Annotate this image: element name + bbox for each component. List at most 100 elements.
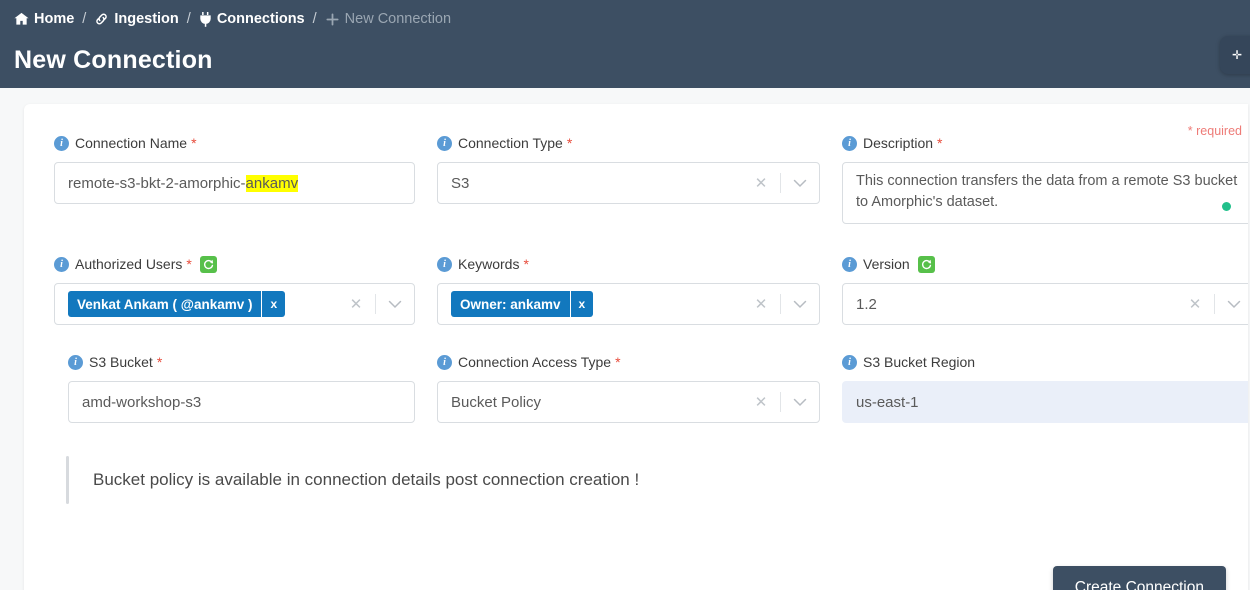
close-icon[interactable]: x: [569, 291, 594, 317]
field-label: i Version: [842, 253, 1248, 275]
chevron-down-icon[interactable]: [1221, 300, 1247, 309]
version-value: 1.2: [856, 295, 877, 313]
breadcrumb-label-connections: Connections: [216, 11, 305, 27]
refresh-icon[interactable]: [199, 255, 217, 273]
header-action-button[interactable]: ✛: [1220, 36, 1250, 74]
s3-bucket-region-value: us-east-1: [856, 393, 919, 411]
authorized-users-select[interactable]: Venkat Ankam ( @ankamv ) x ✕: [54, 283, 415, 325]
refresh-icon[interactable]: [917, 255, 935, 273]
form-card: * required i Connection Name * remote-s3…: [24, 104, 1248, 590]
label-text: Keywords: [458, 256, 520, 272]
breadcrumb-item-connections[interactable]: Connections: [199, 11, 305, 27]
label-text: Connection Type: [458, 135, 563, 151]
field-label: i Keywords *: [437, 253, 820, 275]
tag-chip[interactable]: Owner: ankamv x: [451, 291, 594, 317]
info-icon[interactable]: i: [842, 256, 857, 272]
chevron-down-icon[interactable]: [787, 398, 813, 407]
required-asterisk: *: [186, 256, 192, 272]
required-asterisk: *: [523, 256, 529, 272]
divider: [375, 294, 376, 314]
info-icon[interactable]: i: [437, 354, 452, 370]
field-keywords: i Keywords * Owner: ankamv x ✕: [429, 253, 834, 325]
field-connection-name: i Connection Name * remote-s3-bkt-2-amor…: [24, 132, 429, 224]
breadcrumb-separator: /: [186, 11, 191, 27]
divider: [1214, 294, 1215, 314]
plus-icon: [325, 12, 340, 27]
info-icon[interactable]: i: [54, 256, 69, 272]
field-label: i Connection Name *: [54, 132, 415, 154]
tag-chip[interactable]: Venkat Ankam ( @ankamv ) x: [68, 291, 286, 317]
close-icon[interactable]: x: [261, 291, 286, 317]
s3-bucket-region-input: us-east-1: [842, 381, 1248, 423]
keywords-select[interactable]: Owner: ankamv x ✕: [437, 283, 820, 325]
connection-form: i Connection Name * remote-s3-bkt-2-amor…: [24, 132, 1248, 423]
form-row-3: i S3 Bucket * amd-workshop-s3 i Connecti…: [24, 351, 1248, 423]
info-icon[interactable]: i: [54, 135, 69, 151]
info-icon[interactable]: i: [842, 135, 857, 151]
field-connection-access-type: i Connection Access Type * Bucket Policy…: [429, 351, 834, 423]
info-icon[interactable]: i: [68, 354, 83, 370]
required-asterisk: *: [566, 135, 573, 151]
required-asterisk: *: [191, 135, 197, 151]
description-textarea[interactable]: This connection transfers the data from …: [842, 162, 1248, 224]
chevron-down-icon[interactable]: [382, 300, 408, 309]
field-connection-type: i Connection Type * S3 ✕: [429, 132, 834, 224]
label-text: Authorized Users: [75, 256, 183, 272]
field-s3-bucket: i S3 Bucket * amd-workshop-s3: [24, 351, 429, 423]
connection-type-select[interactable]: S3 ✕: [437, 162, 820, 204]
breadcrumb-item-home[interactable]: Home: [14, 11, 74, 27]
field-label: i Connection Type *: [437, 132, 820, 154]
plug-icon: [199, 11, 212, 27]
home-icon: [14, 12, 29, 26]
field-authorized-users: i Authorized Users * Venkat Ankam ( @ank…: [24, 253, 429, 325]
clear-icon[interactable]: ✕: [343, 297, 369, 312]
create-connection-button[interactable]: Create Connection: [1052, 566, 1226, 590]
label-text: Connection Access Type: [458, 354, 612, 370]
connection-name-input[interactable]: remote-s3-bkt-2-amorphic-ankamv: [54, 162, 415, 204]
breadcrumb-item-new-connection: New Connection: [325, 11, 451, 27]
note-text: Bucket policy is available in connection…: [93, 470, 640, 489]
label-text: Connection Name: [75, 135, 188, 151]
label-text: S3 Bucket: [89, 354, 153, 370]
connection-name-value-prefix: remote-s3-bkt-2-amorphic-: [68, 174, 246, 192]
field-label: i S3 Bucket Region: [842, 351, 1248, 373]
info-icon[interactable]: i: [437, 135, 452, 151]
info-icon[interactable]: i: [437, 256, 452, 272]
divider: [780, 392, 781, 412]
breadcrumb-label-ingestion: Ingestion: [114, 11, 179, 27]
connection-type-value: S3: [451, 174, 470, 192]
page-title: New Connection: [14, 46, 213, 74]
breadcrumb-item-ingestion[interactable]: Ingestion: [94, 11, 179, 27]
clear-icon[interactable]: ✕: [1182, 297, 1208, 312]
version-select[interactable]: 1.2 ✕: [842, 283, 1248, 325]
required-asterisk: *: [937, 135, 943, 151]
form-row-2: i Authorized Users * Venkat Ankam ( @ank…: [24, 253, 1248, 325]
divider: [780, 294, 781, 314]
note-accent-bar: [66, 456, 69, 504]
chevron-down-icon[interactable]: [787, 179, 813, 188]
label-text: Version: [863, 256, 910, 272]
tag-label: Owner: ankamv: [451, 291, 570, 317]
clear-icon[interactable]: ✕: [748, 176, 774, 191]
clear-icon[interactable]: ✕: [748, 395, 774, 410]
chevron-down-icon[interactable]: [787, 300, 813, 309]
breadcrumb-separator: /: [82, 11, 87, 27]
breadcrumb-separator: /: [312, 11, 317, 27]
field-description: i Description * This connection transfer…: [834, 132, 1248, 224]
divider: [780, 173, 781, 193]
clear-icon[interactable]: ✕: [748, 297, 774, 312]
info-note: Bucket policy is available in connection…: [66, 456, 639, 504]
label-text: S3 Bucket Region: [863, 354, 976, 370]
breadcrumb-label-new-connection: New Connection: [344, 11, 452, 27]
label-text: Description: [863, 135, 934, 151]
description-value: This connection transfers the data from …: [856, 173, 1238, 211]
page-header: Home / Ingestion / Connections / New Con…: [0, 0, 1250, 88]
field-label: i Connection Access Type *: [437, 351, 820, 373]
breadcrumb: Home / Ingestion / Connections / New Con…: [14, 8, 1236, 30]
field-s3-bucket-region: i S3 Bucket Region us-east-1: [834, 351, 1248, 423]
connection-access-type-select[interactable]: Bucket Policy ✕: [437, 381, 820, 423]
status-dot: [1222, 202, 1231, 211]
plus-icon: ✛: [1232, 48, 1243, 62]
info-icon[interactable]: i: [842, 354, 857, 370]
s3-bucket-input[interactable]: amd-workshop-s3: [68, 381, 415, 423]
